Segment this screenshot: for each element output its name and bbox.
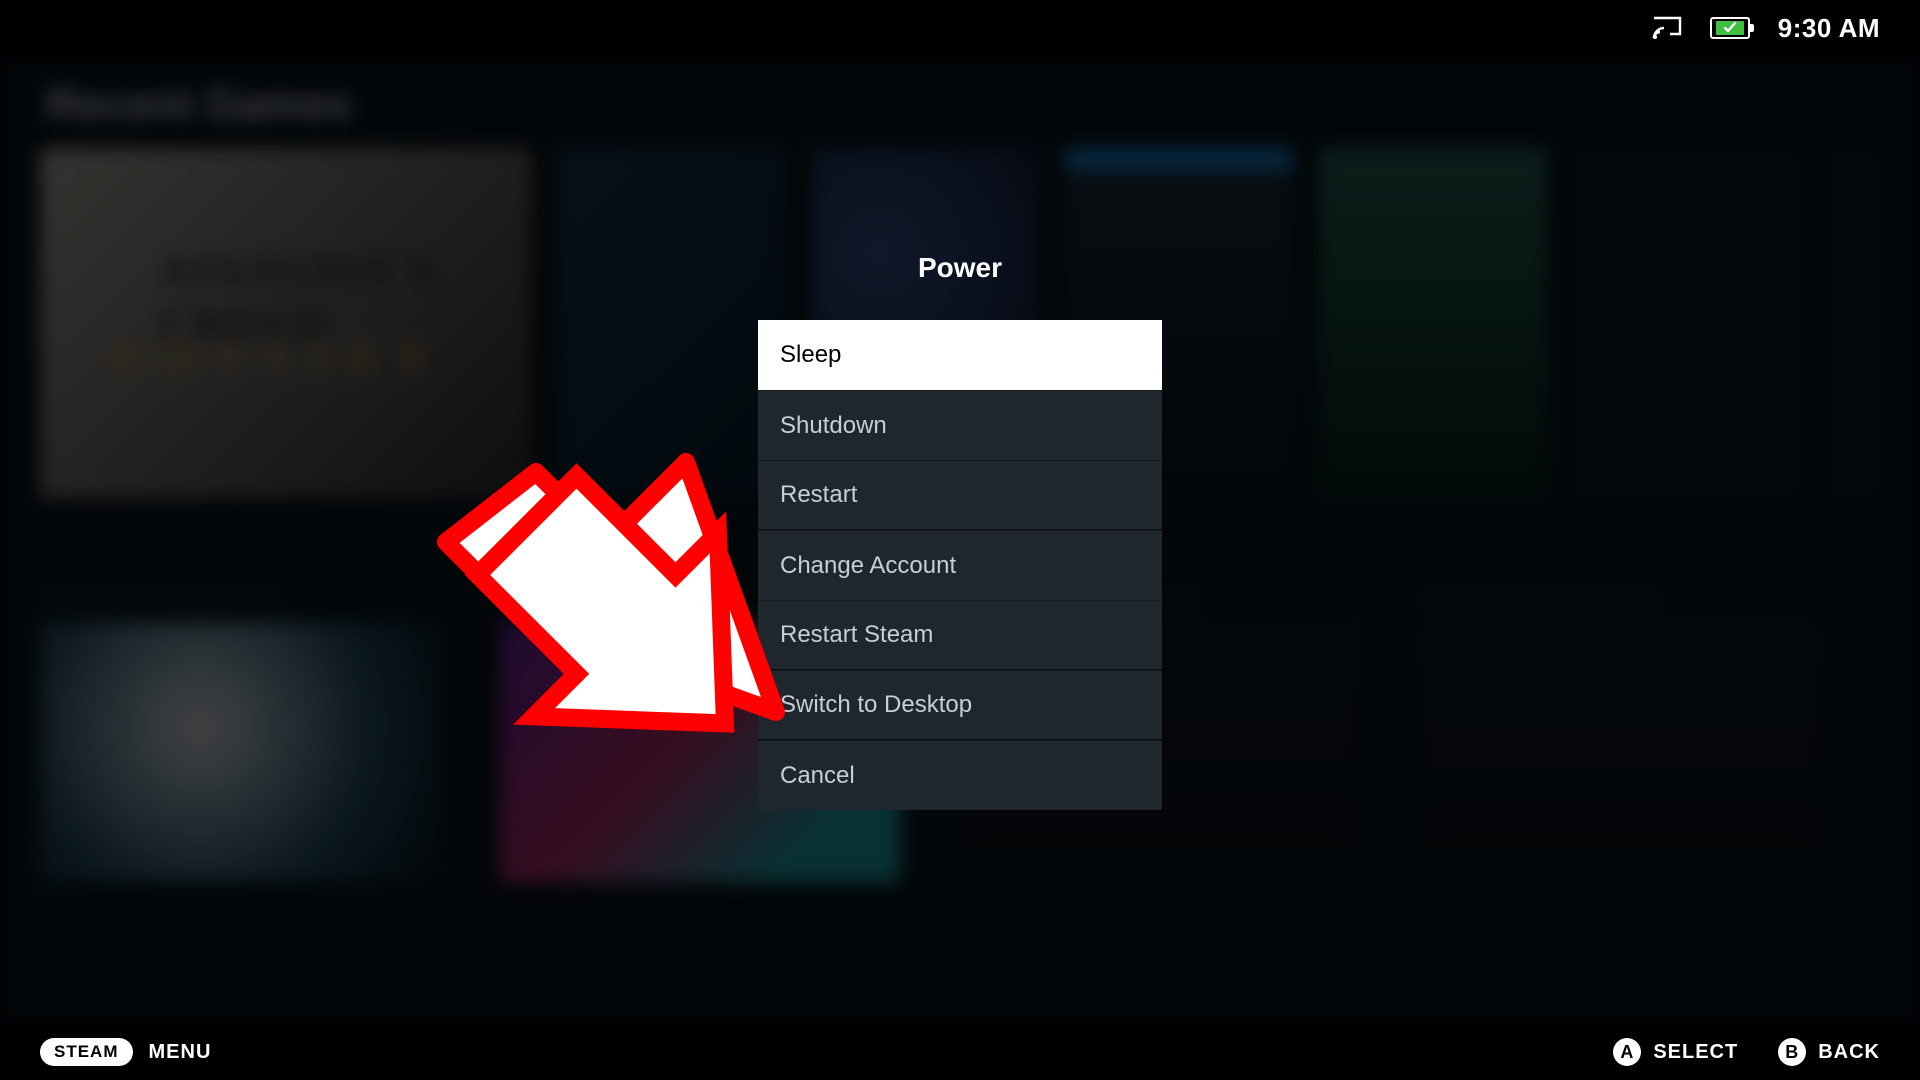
- power-item-shutdown[interactable]: Shutdown: [758, 390, 1162, 460]
- cast-icon: [1652, 16, 1682, 40]
- power-menu: Power Sleep Shutdown Restart Change Acco…: [758, 252, 1162, 810]
- hint-back: B BACK: [1778, 1038, 1880, 1066]
- status-bar: 9:30 AM: [0, 0, 1920, 56]
- power-item-restart-steam[interactable]: Restart Steam: [758, 600, 1162, 670]
- power-item-cancel[interactable]: Cancel: [758, 740, 1162, 810]
- hint-bar: STEAM MENU A SELECT B BACK: [0, 1024, 1920, 1080]
- steam-button[interactable]: STEAM: [40, 1038, 133, 1066]
- power-item-switch-desktop[interactable]: Switch to Desktop: [758, 670, 1162, 740]
- power-menu-title: Power: [758, 252, 1162, 284]
- clock: 9:30 AM: [1778, 13, 1880, 44]
- select-label: SELECT: [1653, 1041, 1738, 1064]
- back-label: BACK: [1818, 1041, 1880, 1064]
- hint-select: A SELECT: [1613, 1038, 1738, 1066]
- menu-label: MENU: [149, 1041, 212, 1064]
- battery-icon: [1710, 17, 1750, 39]
- power-menu-list: Sleep Shutdown Restart Change Account Re…: [758, 320, 1162, 810]
- a-button-icon: A: [1613, 1038, 1641, 1066]
- power-item-change-account[interactable]: Change Account: [758, 530, 1162, 600]
- power-item-restart[interactable]: Restart: [758, 460, 1162, 530]
- b-button-icon: B: [1778, 1038, 1806, 1066]
- power-item-sleep[interactable]: Sleep: [758, 320, 1162, 390]
